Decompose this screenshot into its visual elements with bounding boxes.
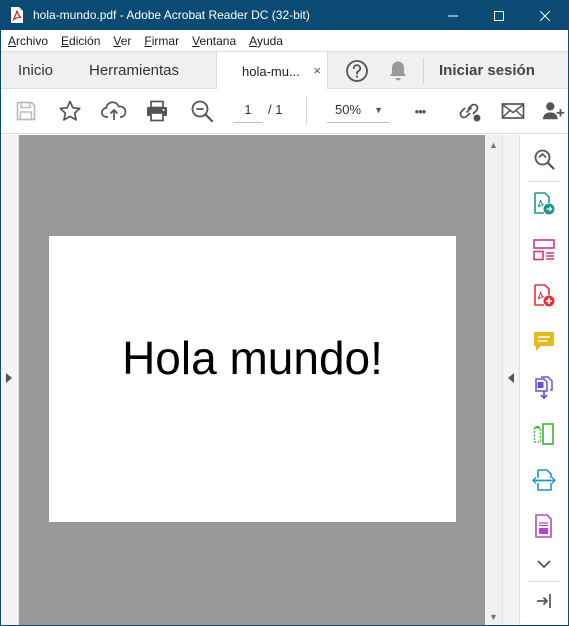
email-envelope-icon[interactable] [500, 98, 526, 124]
menu-ventana-label: entana [199, 33, 237, 48]
title-bar: hola-mundo.pdf - Adobe Acrobat Reader DC… [0, 0, 569, 30]
menu-bar: Archivo Edición Ver Firmar Ventana Ayuda [1, 30, 568, 51]
tab-document-label: hola-mu... [242, 63, 300, 79]
menu-firmar-mnemonic: F [144, 33, 152, 48]
zoom-value: 50% [335, 102, 362, 117]
menu-ventana[interactable]: Ventana [185, 34, 242, 48]
menu-archivo[interactable]: Archivo [1, 34, 54, 48]
close-icon [540, 10, 550, 21]
tab-bar: Inicio Herramientas hola-mu... × Iniciar… [1, 51, 568, 90]
share-link-icon[interactable] [456, 98, 482, 124]
collapse-pane-icon[interactable] [532, 588, 556, 614]
acrobat-pdf-icon [9, 7, 25, 23]
menu-edicion-label: dición [69, 33, 101, 48]
menu-edicion[interactable]: Edición [54, 34, 106, 48]
page-content-text: Hola mundo! [122, 332, 383, 384]
minimize-icon [448, 15, 458, 16]
pdf-page[interactable]: Hola mundo! [49, 236, 456, 522]
minimize-button[interactable] [430, 1, 476, 30]
chevron-right-icon [6, 373, 12, 383]
cloud-upload-icon[interactable] [101, 98, 127, 124]
menu-ayuda-label: yuda [256, 33, 283, 48]
right-panel-toggle[interactable] [502, 135, 520, 625]
add-user-icon[interactable] [542, 98, 566, 124]
menu-archivo-label: rchivo [16, 33, 49, 48]
combine-files-icon[interactable] [532, 375, 556, 401]
maximize-button[interactable] [476, 1, 522, 30]
zoom-dropdown[interactable]: 50% ▼ [327, 99, 389, 123]
export-pdf-icon[interactable] [532, 191, 556, 217]
print-icon[interactable] [144, 98, 170, 124]
toolbar-divider [306, 97, 307, 125]
organize-pages-icon[interactable] [532, 237, 556, 263]
window-title: hola-mundo.pdf - Adobe Acrobat Reader DC… [33, 8, 310, 22]
scroll-up-icon[interactable]: ▲ [489, 140, 498, 150]
tab-divider [423, 58, 424, 84]
page-number-input[interactable]: 1 [233, 99, 263, 123]
star-bookmark-icon[interactable] [57, 98, 83, 124]
tab-home[interactable]: Inicio [18, 52, 53, 89]
page-total: / 1 [268, 102, 283, 117]
menu-edicion-mnemonic: E [61, 33, 70, 48]
more-tools-icon[interactable]: ••• [407, 98, 433, 124]
menu-firmar-label: irmar [151, 33, 180, 48]
menu-ayuda[interactable]: Ayuda [242, 34, 289, 48]
create-pdf-icon[interactable] [532, 283, 556, 309]
menu-ver[interactable]: Ver [106, 34, 137, 48]
window-controls [430, 1, 568, 30]
pane-divider [528, 181, 560, 182]
maximize-icon [494, 10, 504, 21]
zoom-search-icon[interactable] [189, 98, 215, 124]
left-panel-toggle[interactable] [1, 135, 19, 625]
stamp-pdf-icon[interactable] [532, 513, 556, 539]
window-border-left [0, 30, 1, 626]
menu-firmar[interactable]: Firmar [137, 34, 185, 48]
pane-divider [528, 581, 560, 582]
menu-ver-mnemonic: V [113, 33, 121, 48]
chevron-left-icon [508, 373, 514, 383]
help-icon[interactable] [345, 59, 369, 83]
zoom-pane-icon[interactable] [532, 146, 556, 172]
vertical-scrollbar[interactable]: ▲ ▼ [485, 135, 502, 625]
tab-document[interactable]: hola-mu... × [216, 52, 328, 90]
toolbar: 1 / 1 50% ▼ ••• [1, 89, 568, 134]
menu-archivo-mnemonic: A [8, 33, 17, 48]
tools-pane [520, 135, 568, 625]
save-icon[interactable] [13, 98, 39, 124]
scroll-down-icon[interactable]: ▼ [489, 612, 498, 622]
more-tools-chevron-down-icon[interactable] [532, 551, 556, 577]
close-button[interactable] [522, 1, 568, 30]
signin-button[interactable]: Iniciar sesión [439, 52, 535, 89]
tab-tools[interactable]: Herramientas [89, 52, 179, 89]
comment-icon[interactable] [532, 329, 556, 355]
scan-ocr-icon[interactable] [532, 467, 556, 493]
compress-pdf-icon[interactable] [532, 421, 556, 447]
tab-close-icon[interactable]: × [313, 63, 321, 78]
document-canvas[interactable]: Hola mundo! [19, 135, 485, 625]
menu-ver-label: er [120, 33, 132, 48]
menu-ayuda-mnemonic: A [249, 33, 257, 48]
chevron-down-icon: ▼ [374, 105, 383, 115]
notifications-bell-icon[interactable] [387, 59, 409, 83]
